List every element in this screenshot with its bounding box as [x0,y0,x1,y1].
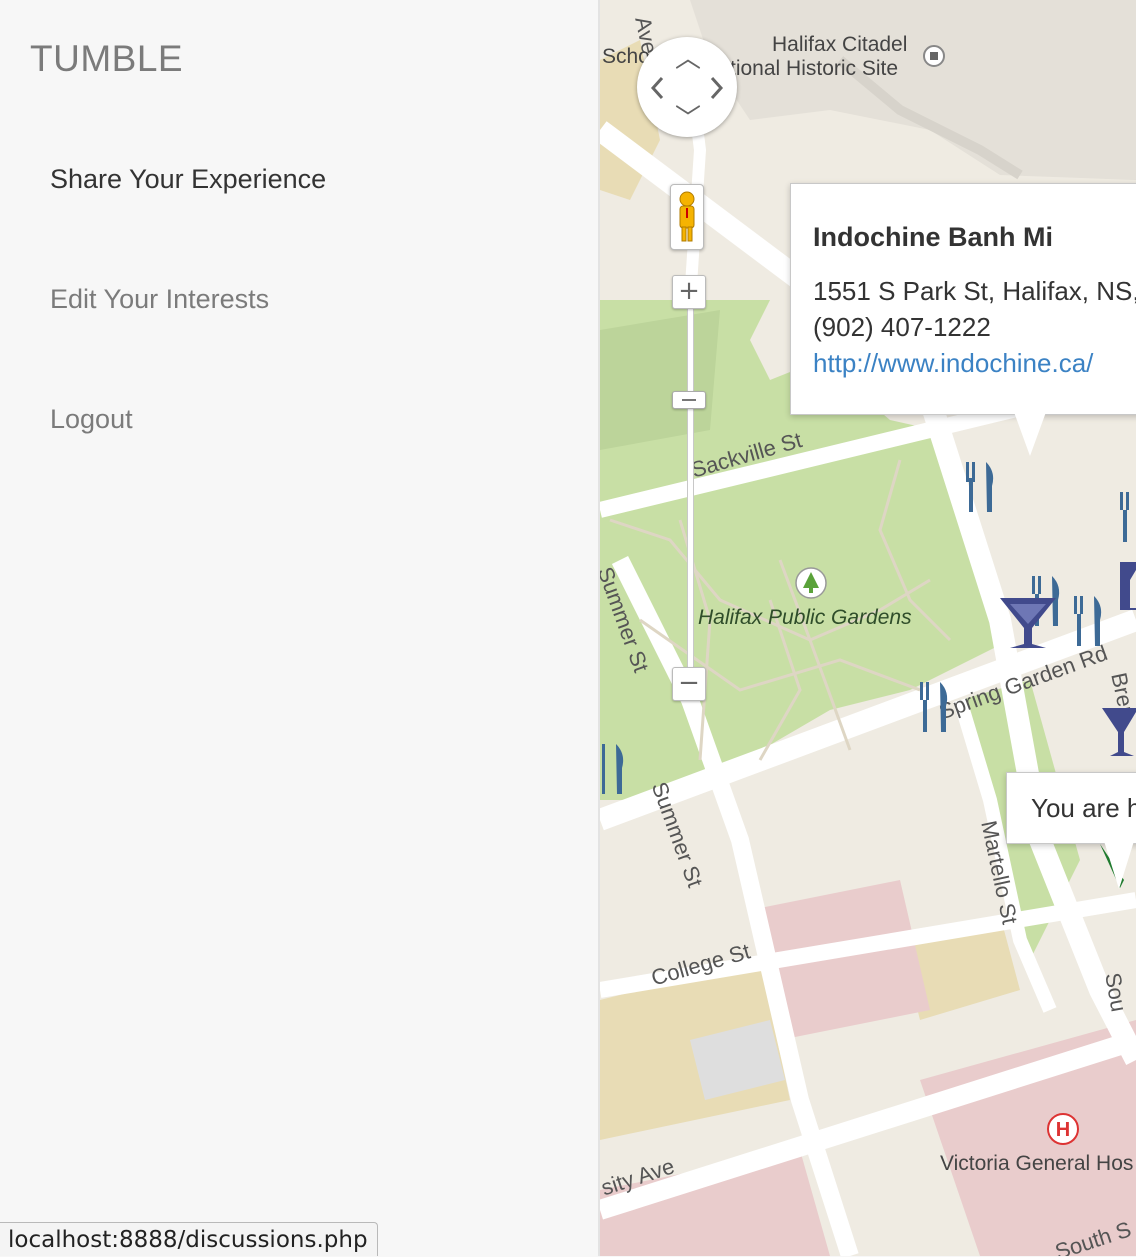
nav-edit-interests[interactable]: Edit Your Interests [50,284,269,315]
browser-status-bar: localhost:8888/discussions.php [0,1222,378,1256]
restaurant-marker-icon[interactable] [600,744,630,796]
map[interactable]: Sackville St Summer St Summer St Spring … [600,0,1136,1256]
landmark-icon[interactable] [922,44,946,68]
nav-share-experience[interactable]: Share Your Experience [50,164,326,195]
poi-hospital-label: Victoria General Hos [940,1152,1134,1175]
place-name: Indochine Banh Mi [813,222,1053,252]
pan-control[interactable]: ︿ ﹀ [637,37,737,137]
restaurant-marker-icon[interactable] [1070,596,1108,648]
you-are-here-pointer [1104,841,1134,889]
pan-down-icon[interactable]: ﹀ [675,105,701,131]
place-website-link[interactable]: http://www.indochine.ca/ [813,348,1093,378]
restaurant-marker-icon[interactable] [916,682,954,734]
street-view-pegman-icon[interactable] [670,184,704,250]
brand-logo[interactable]: TUMBLE [30,38,183,80]
poi-citadel-sublabel: tional Historic Site [730,57,899,80]
poi-gardens-label: Halifax Public Gardens [698,606,912,629]
you-are-here-popup: You are h [1006,772,1136,844]
sidebar: TUMBLE Share Your Experience Edit Your I… [0,0,600,1256]
zoom-out-button[interactable]: − [672,667,706,701]
place-address: 1551 S Park St, Halifax, NS, Ca [813,276,1136,306]
park-icon[interactable] [794,566,828,600]
zoom-in-button[interactable]: + [672,275,706,309]
svg-text:H: H [1056,1119,1070,1141]
bar-marker-icon[interactable] [1120,560,1136,610]
bar-marker-icon[interactable] [998,596,1060,652]
place-info-window: Indochine Banh Mi 1551 S Park St, Halifa… [790,183,1136,415]
pan-right-icon[interactable] [709,75,725,101]
nav-logout[interactable]: Logout [50,404,133,435]
you-are-here-text: You are h [1031,793,1136,823]
info-window-pointer [1014,412,1046,456]
poi-citadel-label: Halifax Citadel [772,33,908,56]
restaurant-marker-icon[interactable] [962,462,1000,514]
zoom-slider-handle[interactable] [672,391,706,409]
restaurant-marker-icon[interactable] [1116,492,1136,544]
pan-up-icon[interactable]: ︿ [675,45,701,71]
place-phone: (902) 407-1222 [813,312,991,342]
pan-left-icon[interactable] [649,75,665,101]
bar-marker-icon[interactable] [1100,706,1136,760]
hospital-icon[interactable]: H [1046,1112,1080,1146]
zoom-slider-track[interactable] [687,305,694,677]
